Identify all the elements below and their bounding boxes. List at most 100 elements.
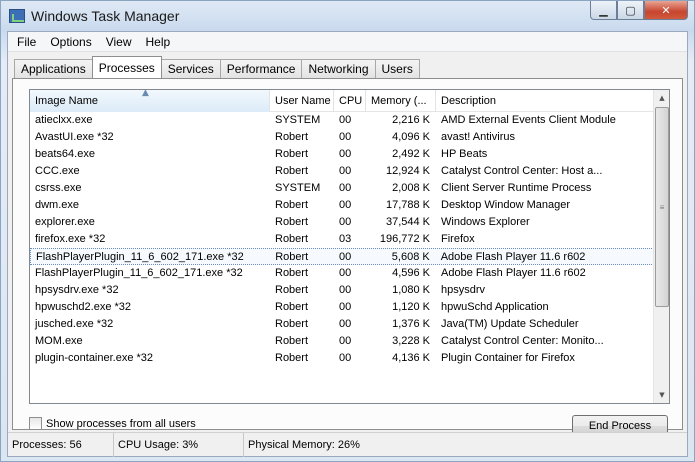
- column-header-label: Image Name: [35, 95, 98, 107]
- menu-help[interactable]: Help: [139, 35, 178, 49]
- menu-file[interactable]: File: [10, 35, 43, 49]
- tab-services[interactable]: Services: [160, 59, 221, 78]
- title-bar[interactable]: Windows Task Manager ▁ ▢ ✕: [1, 1, 694, 31]
- image-name-cell: dwm.exe: [35, 199, 80, 211]
- memory-cell: 4,096 K: [392, 131, 430, 143]
- description-cell: hpwuSchd Application: [441, 301, 549, 313]
- show-all-users-checkbox[interactable]: [29, 417, 42, 430]
- cpu-cell: 00: [339, 251, 352, 263]
- description-cell: avast! Antivirus: [441, 131, 515, 143]
- table-row[interactable]: firefox.exe *32 Robert 03 196,772 K Fire…: [30, 231, 654, 248]
- table-row[interactable]: plugin-container.exe *32 Robert 00 4,136…: [30, 350, 654, 367]
- table-row[interactable]: AvastUI.exe *32 Robert 00 4,096 K avast!…: [30, 129, 654, 146]
- user-name-cell: Robert: [275, 148, 309, 160]
- table-row[interactable]: FlashPlayerPlugin_11_6_602_171.exe *32 R…: [30, 265, 654, 282]
- memory-cell: 4,596 K: [392, 267, 430, 279]
- tab-networking[interactable]: Networking: [301, 59, 376, 78]
- memory-cell: 196,772 K: [379, 233, 430, 245]
- image-name-cell: firefox.exe *32: [35, 233, 106, 245]
- table-row[interactable]: hpsysdrv.exe *32 Robert 00 1,080 K hpsys…: [30, 282, 654, 299]
- task-manager-icon: [9, 9, 25, 23]
- tab-applications[interactable]: Applications: [14, 59, 93, 78]
- user-name-cell: SYSTEM: [275, 182, 321, 194]
- cpu-cell: 00: [339, 114, 352, 126]
- process-list[interactable]: Image Name ▲ User Name CPU Memory (... D…: [29, 89, 670, 404]
- description-cell: Java(TM) Update Scheduler: [441, 318, 579, 330]
- status-cpu-usage: CPU Usage: 3%: [114, 433, 244, 457]
- description-cell: Firefox: [441, 233, 475, 245]
- maximize-button[interactable]: ▢: [617, 1, 644, 20]
- client-area: File Options View Help Applications Proc…: [7, 31, 688, 457]
- memory-cell: 3,228 K: [392, 335, 430, 347]
- image-name-cell: plugin-container.exe *32: [35, 352, 154, 364]
- tab-processes[interactable]: Processes: [91, 56, 162, 78]
- memory-cell: 12,924 K: [385, 165, 430, 177]
- description-cell: Catalyst Control Center: Monito...: [441, 335, 604, 347]
- cpu-cell: 00: [339, 318, 352, 330]
- description-cell: AMD External Events Client Module: [441, 114, 616, 126]
- user-name-cell: Robert: [275, 318, 309, 330]
- menu-view[interactable]: View: [99, 35, 139, 49]
- table-row-selected[interactable]: FlashPlayerPlugin_11_6_602_171.exe *32 R…: [30, 248, 654, 265]
- user-name-cell: Robert: [275, 301, 309, 313]
- scroll-up-icon[interactable]: ▲: [654, 90, 669, 106]
- status-bar: Processes: 56 CPU Usage: 3% Physical Mem…: [8, 432, 687, 457]
- image-name-cell: hpwuschd2.exe *32: [35, 301, 132, 313]
- show-all-users-option[interactable]: Show processes from all users: [29, 417, 196, 430]
- table-row[interactable]: csrss.exe SYSTEM 00 2,008 K Client Serve…: [30, 180, 654, 197]
- column-header-description[interactable]: Description: [436, 90, 654, 112]
- scroll-thumb[interactable]: ≡: [655, 107, 669, 307]
- memory-cell: 1,376 K: [392, 318, 430, 330]
- table-row[interactable]: MOM.exe Robert 00 3,228 K Catalyst Contr…: [30, 333, 654, 350]
- memory-cell: 2,492 K: [392, 148, 430, 160]
- cpu-cell: 00: [339, 131, 352, 143]
- column-header-image-name[interactable]: Image Name ▲: [30, 90, 270, 112]
- image-name-cell: jusched.exe *32: [35, 318, 114, 330]
- image-name-cell: FlashPlayerPlugin_11_6_602_171.exe *32: [36, 251, 244, 263]
- column-header-user-name[interactable]: User Name: [270, 90, 334, 112]
- table-row[interactable]: CCC.exe Robert 00 12,924 K Catalyst Cont…: [30, 163, 654, 180]
- cpu-cell: 00: [339, 267, 352, 279]
- minimize-button[interactable]: ▁: [590, 1, 617, 20]
- cpu-cell: 03: [339, 233, 352, 245]
- table-row[interactable]: explorer.exe Robert 00 37,544 K Windows …: [30, 214, 654, 231]
- status-processes: Processes: 56: [8, 433, 114, 457]
- user-name-cell: Robert: [275, 233, 309, 245]
- tab-users[interactable]: Users: [374, 59, 420, 78]
- user-name-cell: Robert: [275, 165, 309, 177]
- description-cell: HP Beats: [441, 148, 488, 160]
- menu-options[interactable]: Options: [43, 35, 98, 49]
- scroll-down-icon[interactable]: ▼: [654, 387, 669, 403]
- memory-cell: 37,544 K: [385, 216, 430, 228]
- description-cell: Desktop Window Manager: [441, 199, 571, 211]
- image-name-cell: explorer.exe: [35, 216, 95, 228]
- description-cell: Windows Explorer: [441, 216, 530, 228]
- column-header-cpu[interactable]: CPU: [334, 90, 366, 112]
- table-row[interactable]: atieclxx.exe SYSTEM 00 2,216 K AMD Exter…: [30, 112, 654, 129]
- vertical-scrollbar[interactable]: ▲ ≡ ▼: [653, 90, 669, 403]
- tab-performance[interactable]: Performance: [219, 59, 303, 78]
- description-cell: Client Server Runtime Process: [441, 182, 592, 194]
- description-cell: Catalyst Control Center: Host a...: [441, 165, 603, 177]
- memory-cell: 4,136 K: [392, 352, 430, 364]
- cpu-cell: 00: [339, 148, 352, 160]
- memory-cell: 2,008 K: [392, 182, 430, 194]
- image-name-cell: csrss.exe: [35, 182, 82, 194]
- user-name-cell: SYSTEM: [275, 114, 321, 126]
- user-name-cell: Robert: [275, 216, 309, 228]
- description-cell: Adobe Flash Player 11.6 r602: [440, 251, 586, 263]
- close-button[interactable]: ✕: [644, 1, 688, 20]
- table-row[interactable]: hpwuschd2.exe *32 Robert 00 1,120 K hpwu…: [30, 299, 654, 316]
- memory-cell: 17,788 K: [385, 199, 430, 211]
- memory-cell: 2,216 K: [392, 114, 430, 126]
- column-header-memory[interactable]: Memory (...: [366, 90, 436, 112]
- user-name-cell: Robert: [275, 352, 309, 364]
- table-row[interactable]: beats64.exe Robert 00 2,492 K HP Beats: [30, 146, 654, 163]
- cpu-cell: 00: [339, 284, 352, 296]
- cpu-cell: 00: [339, 199, 352, 211]
- image-name-cell: FlashPlayerPlugin_11_6_602_171.exe *32: [35, 267, 243, 279]
- table-row[interactable]: jusched.exe *32 Robert 00 1,376 K Java(T…: [30, 316, 654, 333]
- user-name-cell: Robert: [275, 284, 309, 296]
- table-row[interactable]: dwm.exe Robert 00 17,788 K Desktop Windo…: [30, 197, 654, 214]
- memory-cell: 1,120 K: [392, 301, 430, 313]
